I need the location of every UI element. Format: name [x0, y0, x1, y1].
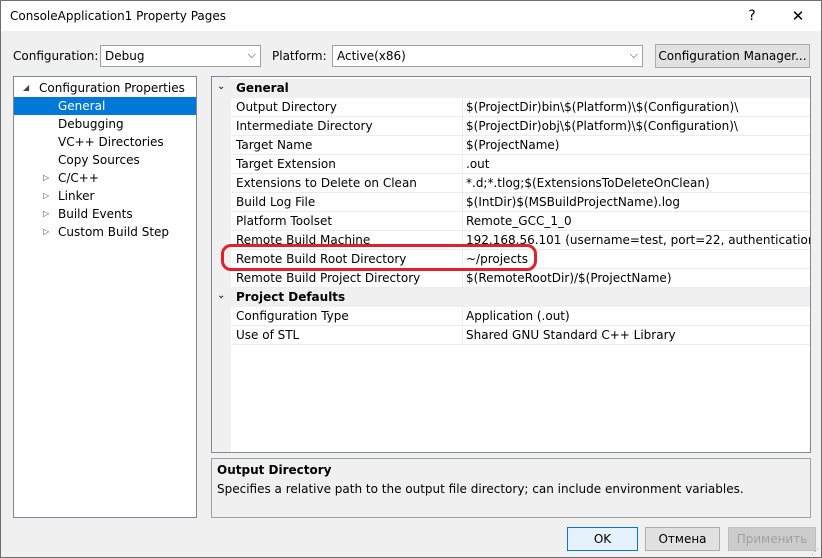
close-button[interactable]: ✕ [775, 1, 821, 31]
tree-item-label: Linker [58, 189, 95, 203]
tree-item-linker[interactable]: ▷ Linker [14, 187, 196, 205]
tree-item-label: C/C++ [58, 171, 99, 185]
window-title: ConsoleApplication1 Property Pages [10, 9, 227, 23]
configuration-value: Debug [105, 49, 145, 63]
tree-item-copy-sources[interactable]: Copy Sources [14, 151, 196, 169]
property-value[interactable]: Application (.out) [466, 309, 570, 323]
description-panel: Output Directory Specifies a relative pa… [211, 458, 811, 518]
tree-item-custom-build-step[interactable]: ▷ Custom Build Step [14, 223, 196, 241]
column-separator [462, 269, 463, 288]
property-row[interactable]: Remote Build Project Directory $(RemoteRo… [231, 269, 810, 288]
collapsed-triangle-icon[interactable]: ▷ [43, 187, 49, 205]
property-value[interactable]: *.d;*.tlog;$(ExtensionsToDeleteOnClean) [466, 176, 710, 190]
tree-item-vc-directories[interactable]: VC++ Directories [14, 133, 196, 151]
collapsed-triangle-icon[interactable]: ▷ [43, 205, 49, 223]
column-separator [462, 98, 463, 117]
tree-item-label: Custom Build Step [58, 225, 170, 239]
collapsed-triangle-icon[interactable]: ▷ [43, 223, 49, 241]
property-name: Target Extension [236, 157, 336, 171]
column-separator [462, 307, 463, 326]
property-name: Intermediate Directory [236, 119, 373, 133]
collapse-icon[interactable]: ⌄ [217, 290, 225, 301]
collapsed-triangle-icon[interactable]: ▷ [43, 169, 49, 187]
title-bar: ConsoleApplication1 Property Pages ? ✕ [1, 1, 821, 31]
property-row[interactable]: Output Directory $(ProjectDir)bin\$(Platf… [231, 98, 810, 117]
property-row[interactable]: Build Log File $(IntDir)$(MSBuildProjectN… [231, 193, 810, 212]
help-button[interactable]: ? [729, 1, 775, 31]
tree-item-label: VC++ Directories [58, 135, 164, 149]
property-value[interactable]: $(IntDir)$(MSBuildProjectName).log [466, 195, 680, 209]
property-value[interactable]: Remote_GCC_1_0 [466, 214, 572, 228]
column-separator [462, 155, 463, 174]
configuration-manager-button[interactable]: Configuration Manager... [655, 44, 810, 68]
tree-item-label: Build Events [58, 207, 133, 221]
category-title: Project Defaults [236, 290, 346, 304]
column-separator [462, 326, 463, 345]
property-name: Configuration Type [236, 309, 349, 323]
property-row[interactable]: Target Name $(ProjectName) [231, 136, 810, 155]
property-row[interactable]: Use of STL Shared GNU Standard C++ Librar… [231, 326, 810, 345]
category-title: General [236, 81, 289, 95]
configuration-label: Configuration: [13, 49, 99, 63]
tree-item-general[interactable]: General [14, 97, 196, 115]
collapse-icon[interactable]: ⌄ [217, 81, 225, 92]
property-value[interactable]: $(ProjectDir)bin\$(Platform)\$(Configura… [466, 100, 738, 114]
property-row[interactable]: Intermediate Directory $(ProjectDir)obj\$… [231, 117, 810, 136]
tree-item-label: Copy Sources [58, 153, 140, 167]
property-name: Output Directory [236, 100, 337, 114]
column-separator [462, 193, 463, 212]
description-text: Specifies a relative path to the output … [217, 482, 744, 496]
property-value[interactable]: $(ProjectDir)obj\$(Platform)\$(Configura… [466, 119, 738, 133]
property-row[interactable]: Target Extension .out [231, 155, 810, 174]
red-highlight-annotation [221, 244, 537, 271]
property-value[interactable]: .out [466, 157, 489, 171]
property-name: Remote Build Project Directory [236, 271, 421, 285]
tree-root-label: Configuration Properties [39, 81, 185, 95]
configuration-dropdown[interactable]: Debug ⌵ [100, 45, 261, 67]
property-value[interactable]: Shared GNU Standard C++ Library [466, 328, 676, 342]
column-separator [462, 136, 463, 155]
platform-value: Active(x86) [337, 49, 406, 63]
description-title: Output Directory [217, 463, 332, 477]
tree-item-debugging[interactable]: Debugging [14, 115, 196, 133]
resize-grip-icon[interactable]: ⋰ [811, 547, 821, 557]
property-name: Use of STL [236, 328, 300, 342]
property-name: Target Name [236, 138, 313, 152]
column-separator [462, 174, 463, 193]
expanded-triangle-icon[interactable]: ◢ [23, 79, 29, 97]
platform-label: Platform: [272, 49, 327, 63]
property-pages-dialog: ConsoleApplication1 Property Pages ? ✕ C… [0, 0, 822, 558]
tree-root[interactable]: ◢ Configuration Properties [14, 79, 196, 97]
cancel-button[interactable]: Отмена [645, 527, 720, 551]
apply-button[interactable]: Применить [728, 527, 816, 551]
category-tree: ◢ Configuration Properties General Debug… [13, 76, 197, 518]
column-separator [462, 117, 463, 136]
property-name: Platform Toolset [236, 214, 333, 228]
category-project-defaults[interactable]: ⌄ Project Defaults [212, 288, 810, 307]
tree-item-c-cpp[interactable]: ▷ C/C++ [14, 169, 196, 187]
column-separator [462, 212, 463, 231]
property-row[interactable]: Extensions to Delete on Clean *.d;*.tlog;… [231, 174, 810, 193]
property-value[interactable]: $(ProjectName) [466, 138, 559, 152]
tree-item-build-events[interactable]: ▷ Build Events [14, 205, 196, 223]
tree-item-label: General [58, 99, 106, 113]
platform-dropdown[interactable]: Active(x86) ⌵ [332, 45, 643, 67]
category-general[interactable]: ⌄ General [212, 79, 810, 98]
chevron-down-icon: ⌵ [629, 48, 638, 61]
chevron-down-icon: ⌵ [247, 48, 256, 61]
property-value[interactable]: $(RemoteRootDir)/$(ProjectName) [466, 271, 672, 285]
property-row[interactable]: Platform Toolset Remote_GCC_1_0 [231, 212, 810, 231]
ok-button[interactable]: OK [567, 527, 638, 551]
property-name: Build Log File [236, 195, 316, 209]
property-name: Extensions to Delete on Clean [236, 176, 417, 190]
tree-item-label: Debugging [58, 117, 124, 131]
property-row[interactable]: Configuration Type Application (.out) [231, 307, 810, 326]
